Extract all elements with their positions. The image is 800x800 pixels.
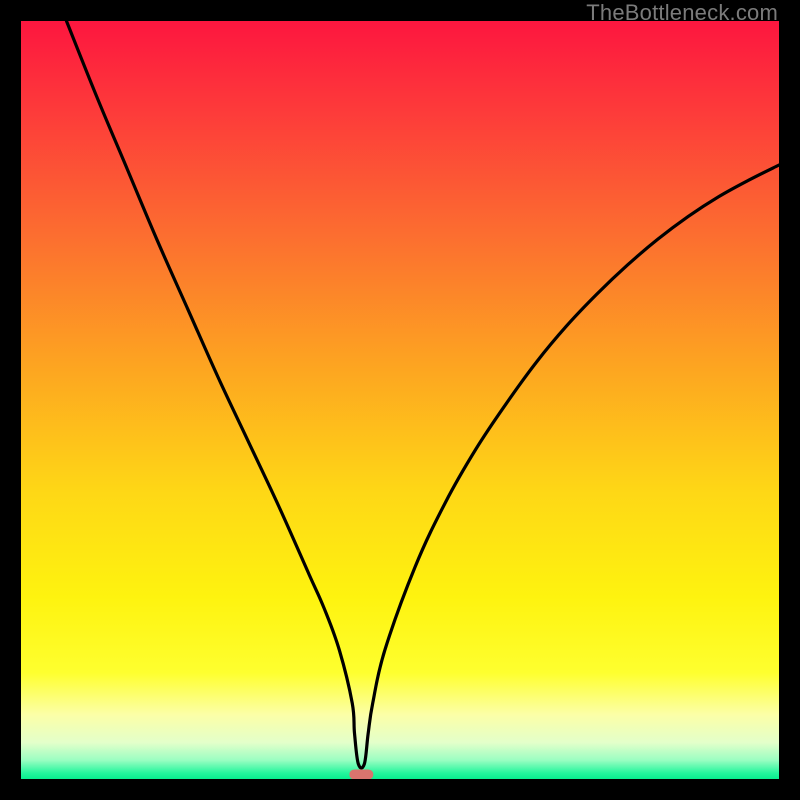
watermark-text: TheBottleneck.com [586, 0, 778, 26]
bottleneck-chart [21, 21, 779, 779]
chart-frame: TheBottleneck.com [0, 0, 800, 800]
optimal-marker [349, 769, 373, 779]
gradient-background [21, 21, 779, 779]
plot-area [21, 21, 779, 779]
